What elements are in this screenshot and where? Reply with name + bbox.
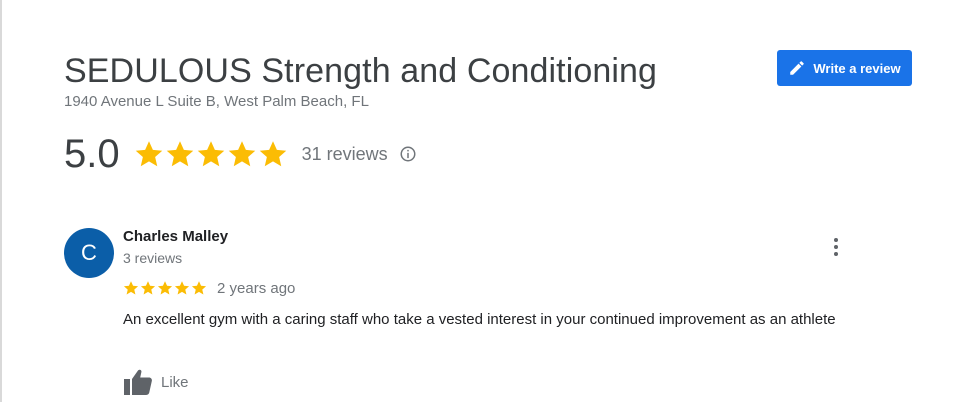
reviewer-review-count: 3 reviews (123, 250, 183, 266)
star-icon (140, 281, 156, 295)
like-label: Like (161, 373, 189, 391)
avatar[interactable]: C (64, 228, 114, 278)
average-star-rating (134, 139, 288, 169)
star-icon (123, 281, 139, 295)
star-icon (166, 141, 193, 167)
write-review-button[interactable]: Write a review (777, 50, 912, 86)
review-card: C Charles Malley 3 reviews 2 years ago A… (64, 228, 924, 398)
like-button[interactable]: Like (123, 368, 189, 396)
star-icon (135, 141, 162, 167)
business-name: SEDULOUS Strength and Conditioning (64, 52, 658, 90)
more-vert-icon[interactable] (826, 236, 846, 258)
review-rating: 2 years ago (123, 278, 295, 298)
pencil-icon (788, 59, 806, 77)
info-icon[interactable] (399, 145, 417, 163)
review-star-rating (123, 280, 207, 296)
star-icon (157, 281, 173, 295)
reviewer-name[interactable]: Charles Malley (123, 228, 228, 245)
review-text: An excellent gym with a caring staff who… (123, 311, 836, 328)
star-icon (228, 141, 255, 167)
review-date: 2 years ago (217, 279, 296, 297)
star-icon (259, 141, 286, 167)
average-rating: 5.0 (64, 132, 120, 176)
star-icon (197, 141, 224, 167)
review-count[interactable]: 31 reviews (302, 144, 388, 165)
thumbs-up-icon (123, 368, 153, 396)
write-review-label: Write a review (813, 60, 901, 76)
window-left-border (0, 0, 2, 402)
star-icon (174, 281, 190, 295)
rating-summary: 5.0 31 reviews (64, 130, 417, 178)
star-icon (191, 281, 207, 295)
business-address: 1940 Avenue L Suite B, West Palm Beach, … (64, 93, 369, 110)
